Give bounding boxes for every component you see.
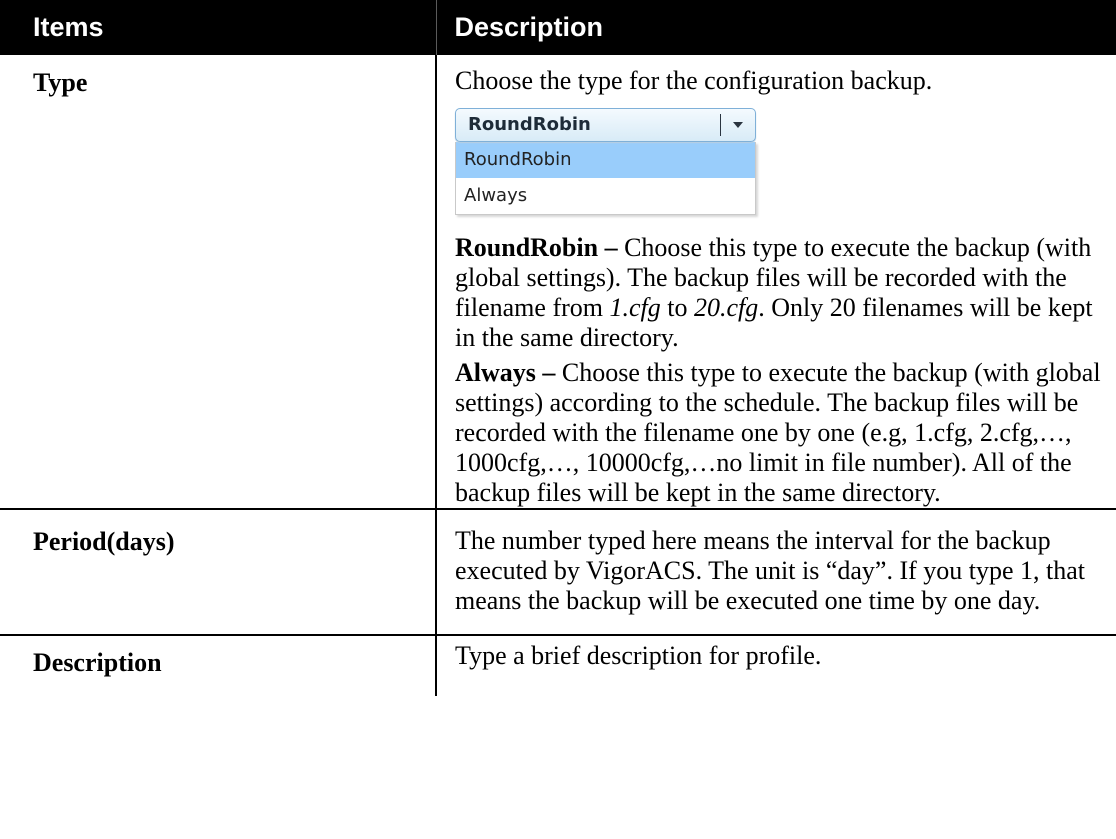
always-paragraph: Always – Choose this type to execute the… (455, 358, 1104, 508)
type-dropdown: RoundRobin RoundRobin Always (455, 108, 756, 215)
chevron-down-icon[interactable] (727, 114, 749, 136)
type-options-list: RoundRobin Always (455, 142, 756, 215)
type-select-value: RoundRobin (468, 114, 591, 135)
table-row-description: Description Type a brief description for… (0, 635, 1116, 696)
item-desc-type: Choose the type for the configuration ba… (436, 55, 1116, 510)
items-description-table: Items Description Type Choose the type f… (0, 0, 1116, 696)
document-page: Items Description Type Choose the type f… (0, 0, 1116, 839)
roundrobin-term: RoundRobin – (455, 233, 618, 262)
item-label-description: Description (0, 635, 437, 696)
select-separator (720, 114, 721, 136)
roundrobin-file-from: 1.cfg (609, 293, 661, 322)
roundrobin-paragraph: RoundRobin – Choose this type to execute… (455, 233, 1104, 353)
option-always[interactable]: Always (456, 178, 755, 214)
table-row-period: Period(days) The number typed here means… (0, 509, 1116, 636)
type-select[interactable]: RoundRobin (455, 108, 756, 142)
item-desc-description: Type a brief description for profile. (455, 641, 822, 670)
type-intro: Choose the type for the configuration ba… (455, 66, 933, 95)
item-desc-period: The number typed here means the interval… (436, 509, 1116, 636)
roundrobin-text-b: to (660, 293, 694, 322)
table-header-row: Items Description (0, 0, 1116, 55)
header-items: Items (0, 0, 437, 55)
always-term: Always – (455, 358, 556, 387)
header-description: Description (436, 0, 1116, 55)
table-row-type: Type Choose the type for the configurati… (0, 55, 1116, 510)
item-label-type: Type (0, 55, 437, 510)
roundrobin-file-to: 20.cfg (694, 293, 759, 322)
option-roundrobin[interactable]: RoundRobin (456, 142, 755, 178)
item-label-period: Period(days) (0, 509, 437, 636)
